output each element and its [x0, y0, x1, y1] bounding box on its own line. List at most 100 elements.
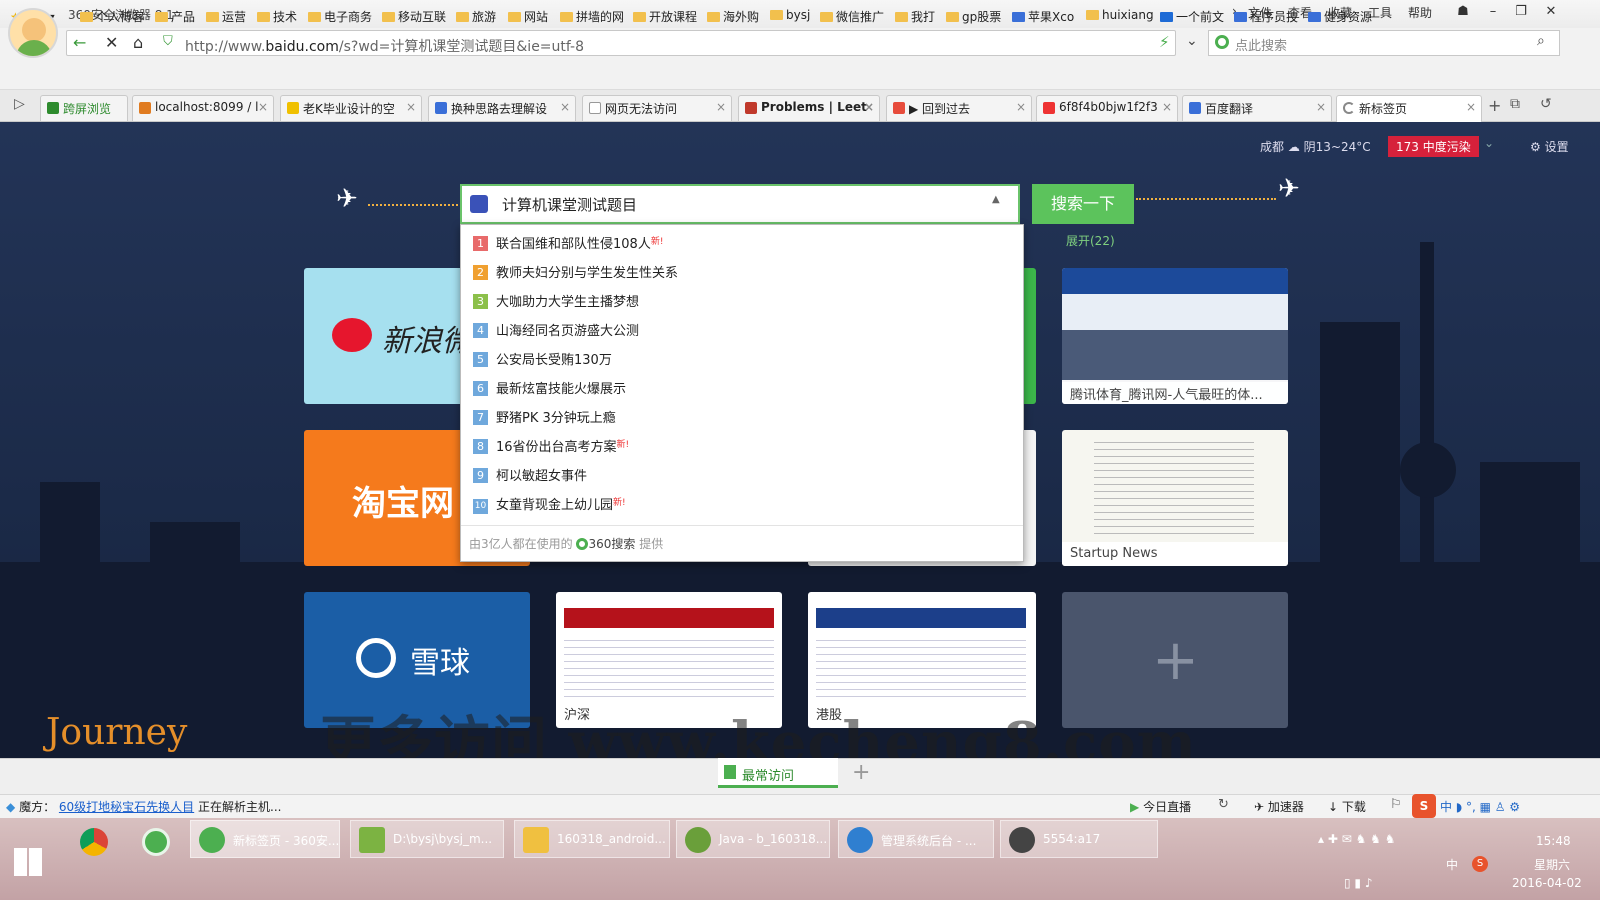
tab-huanzhong[interactable]: 换种思路去理解设 ×	[428, 95, 576, 121]
bookmark-item[interactable]: 我打	[895, 8, 935, 25]
search-button[interactable]: 搜索一下	[1032, 184, 1134, 224]
suggestion-item[interactable]: 3 大咖助力大学生主播梦想	[473, 291, 639, 313]
taskbar-item-browser[interactable]: 新标签页 - 360安...	[190, 820, 340, 858]
accelerator-link[interactable]: ✈ 加速器	[1254, 798, 1304, 815]
tab-page-unreachable[interactable]: 网页无法访问 ×	[582, 95, 732, 121]
chrome-icon[interactable]	[80, 828, 108, 856]
bookmark-item[interactable]: 电子商务	[308, 8, 372, 25]
bookmark-item[interactable]: 网站	[508, 8, 548, 25]
bookmark-item[interactable]: bysj	[770, 8, 810, 22]
home-icon[interactable]: ⌂	[133, 33, 143, 52]
tile-tencent-sports[interactable]: 腾讯体育_腾讯网-人气最旺的体...	[1062, 268, 1288, 404]
new-tab-button[interactable]: +	[1488, 96, 1501, 115]
download-link[interactable]: ↓ 下载	[1328, 798, 1366, 815]
close-tab-icon[interactable]: ×	[864, 100, 874, 114]
tab-weibo-image[interactable]: 6f8f4b0bjw1f2f3 ×	[1036, 95, 1178, 121]
restore-tabs-icon[interactable]: ⧉	[1510, 96, 1520, 112]
bookmark-item[interactable]: 移动互联	[382, 8, 446, 25]
history-icon[interactable]: ↻	[1218, 797, 1229, 812]
tab-cross-screen[interactable]: 跨屏浏览	[40, 95, 128, 121]
flag-icon[interactable]: ⚐	[1390, 797, 1402, 812]
taskbar-item-eclipse[interactable]: Java - b_160318...	[676, 820, 830, 858]
suggestion-item[interactable]: 5 公安局长受贿130万	[473, 349, 612, 371]
close-tab-icon[interactable]: ×	[258, 100, 268, 114]
bookmark-item[interactable]: 拼墙的网	[560, 8, 624, 25]
close-tab-icon[interactable]: ×	[406, 100, 416, 114]
taskbar-item-folder[interactable]: 160318_android...	[514, 820, 670, 858]
settings-link[interactable]: ⚙ 设置	[1530, 138, 1569, 155]
back-icon[interactable]: ←	[73, 33, 86, 52]
suggestion-item[interactable]: 9 柯以敏超女事件	[473, 465, 587, 487]
taskbar-item-ie[interactable]: 管理系统后台 - ...	[838, 820, 994, 858]
tab-back-to-past[interactable]: ▶ 回到过去 ×	[886, 95, 1032, 121]
ime-indicator[interactable]: 中	[1446, 856, 1458, 873]
skin-icon[interactable]: ☗	[1450, 2, 1476, 22]
tab-leetcode[interactable]: Problems | Leet ×	[738, 95, 880, 121]
close-window-button[interactable]: ✕	[1538, 2, 1564, 22]
search-input[interactable]: 计算机课堂测试题目 ▲	[460, 184, 1020, 224]
bookmark-item[interactable]: 苹果Xco	[1012, 8, 1074, 25]
maximize-button[interactable]: ❐	[1508, 2, 1534, 22]
address-bar[interactable]: ← ✕ ⌂ ⛉ http://www.baidu.com/s?wd=计算机课堂测…	[66, 30, 1176, 56]
tile-startup-news[interactable]: Startup News	[1062, 430, 1288, 566]
close-tab-icon[interactable]: ×	[560, 100, 570, 114]
bookmark-item[interactable]: huixiang	[1086, 8, 1154, 22]
undo-close-icon[interactable]: ↺	[1540, 96, 1552, 112]
tab-localhost[interactable]: localhost:8099 / l ×	[132, 95, 274, 121]
side-search-input[interactable]: 点此搜索 ⌕	[1208, 30, 1560, 56]
suggestion-item[interactable]: 4 山海经同名页游盛大公测	[473, 320, 639, 342]
suggestion-item[interactable]: 7 野猪PK 3分钟玩上瘾	[473, 407, 616, 429]
bookmark-item[interactable]: 健身资源	[1308, 8, 1372, 25]
bookmark-item[interactable]: 产品	[155, 8, 195, 25]
taskbar-item-emulator[interactable]: 5554:a17	[1000, 820, 1158, 858]
clock-time[interactable]: 15:48	[1536, 834, 1571, 848]
tab-new-tab-active[interactable]: 新标签页 ×	[1336, 95, 1482, 123]
sidebar-toggle-icon[interactable]: ▷	[14, 96, 25, 112]
close-tab-icon[interactable]: ×	[1162, 100, 1172, 114]
status-link[interactable]: 60级打地秘宝石先换人目	[59, 800, 194, 814]
close-tab-icon[interactable]: ×	[1316, 100, 1326, 114]
minimize-button[interactable]: –	[1480, 2, 1506, 22]
weather-widget[interactable]: 成都 ☁ 阴13~24°C	[1260, 138, 1371, 155]
taskbar-item-editor[interactable]: D:\bysj\bysj_m...	[350, 820, 504, 858]
chevron-down-icon[interactable]: ⌄	[1186, 33, 1198, 49]
bookmark-item[interactable]: 运营	[206, 8, 246, 25]
close-tab-icon[interactable]: ×	[1466, 100, 1476, 114]
expand-link[interactable]: 展开(22)	[1066, 232, 1115, 249]
bookmark-item[interactable]: 技术	[257, 8, 297, 25]
chevron-down-icon[interactable]: ⌄	[1484, 136, 1494, 150]
suggestion-item[interactable]: 6 最新炫富技能火爆展示	[473, 378, 626, 400]
search-icon[interactable]: ⌕	[1537, 33, 1545, 49]
stop-icon[interactable]: ✕	[105, 33, 118, 52]
close-tab-icon[interactable]: ×	[1016, 100, 1026, 114]
live-link[interactable]: ▶ 今日直播	[1130, 798, 1191, 815]
suggestion-item[interactable]: 2 教师夫妇分别与学生发生性关系	[473, 262, 678, 284]
menu-help[interactable]: 帮助	[1408, 4, 1432, 21]
suggestion-item[interactable]: 10 女童背现金上幼儿园新!	[473, 494, 626, 516]
bookmark-item[interactable]: gp股票	[946, 8, 1001, 25]
bookmark-item[interactable]: 开放课程	[633, 8, 697, 25]
add-category-icon[interactable]: +	[852, 760, 870, 785]
sogou-tray-icon[interactable]: S	[1472, 856, 1488, 872]
suggestion-item[interactable]: 1 联合国维和部队性侵108人新!	[473, 233, 663, 255]
ime-toolbar[interactable]: 中 ◗ °, ▦ ♙ ⚙	[1440, 798, 1520, 815]
bookmark-item[interactable]: 旅游	[456, 8, 496, 25]
sogou-ime-icon[interactable]: S	[1412, 794, 1436, 818]
tab-baidu-translate[interactable]: 百度翻译 ×	[1182, 95, 1332, 121]
close-tab-icon[interactable]: ×	[716, 100, 726, 114]
suggestion-item[interactable]: 8 16省份出台高考方案新!	[473, 436, 629, 458]
url-text[interactable]: http://www.baidu.com/s?wd=计算机课堂测试题目&ie=u…	[185, 36, 584, 56]
tray-icons[interactable]: ▴ ✚ ✉ ♞ ♞ ♞	[1318, 832, 1395, 846]
bookmark-item[interactable]: 程序员技	[1234, 8, 1298, 25]
network-volume-icons[interactable]: ▯ ▮ ♪	[1344, 876, 1373, 890]
bookmark-item[interactable]: 一个前文	[1160, 8, 1224, 25]
tab-laok[interactable]: 老K毕业设计的空 ×	[280, 95, 422, 121]
aqi-badge[interactable]: 173 中度污染	[1388, 136, 1479, 157]
speed-mode-icon[interactable]: ⚡	[1159, 33, 1170, 51]
collapse-arrow-icon[interactable]: ▲	[992, 194, 1000, 205]
360-browser-icon[interactable]	[142, 828, 170, 856]
windows-start-icon[interactable]	[14, 848, 42, 876]
tab-most-visited[interactable]: 最常访问	[718, 758, 838, 788]
bookmark-item[interactable]: 海外购	[707, 8, 759, 25]
bookmark-item[interactable]: 微信推广	[820, 8, 884, 25]
